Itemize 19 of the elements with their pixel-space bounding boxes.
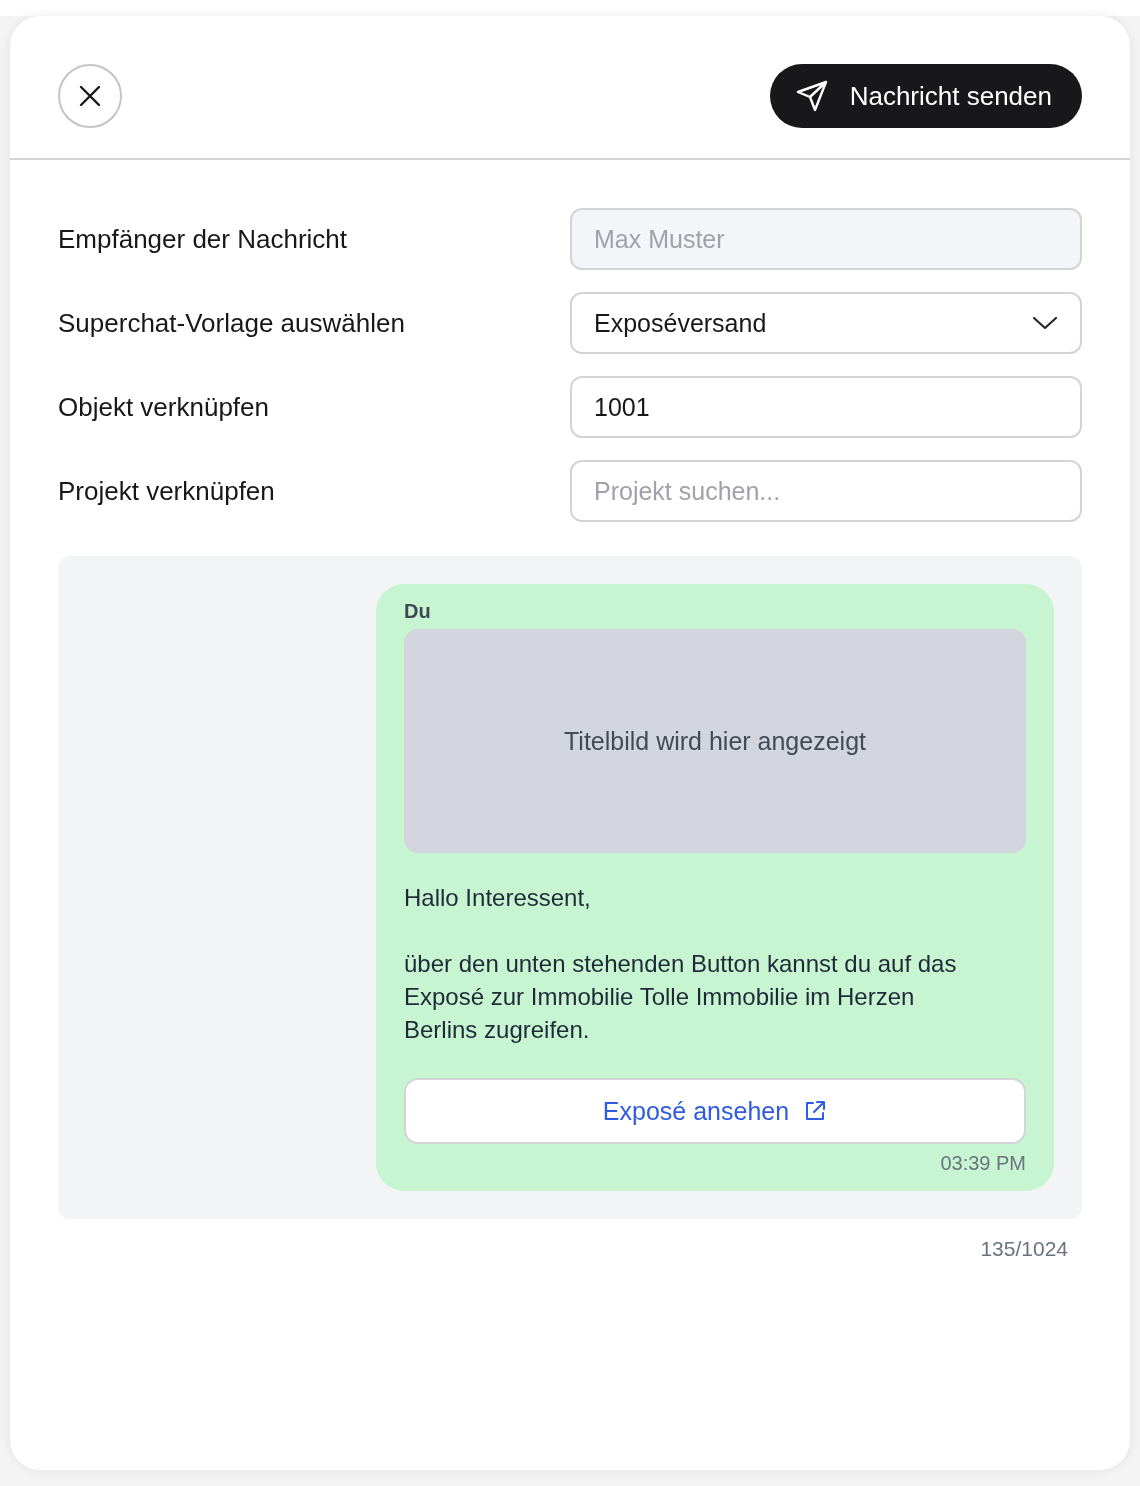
view-expose-button[interactable]: Exposé ansehen: [404, 1078, 1026, 1144]
chevron-down-icon: [1032, 315, 1058, 331]
paper-plane-icon: [795, 80, 828, 112]
character-counter: 135/1024: [980, 1237, 1068, 1261]
close-icon: [79, 85, 101, 107]
message-text: Hallo Interessent,: [404, 883, 592, 913]
field-label: Superchat-Vorlage auswählen: [58, 307, 405, 339]
field-label: Projekt verknüpfen: [58, 475, 275, 507]
message-text: über den unten stehenden Button kannst du auf das Exposé zur Immobilie Tolle Immobilie im Herzen Berlins zugreifen.: [404, 949, 958, 1045]
field-label: Objekt verknüpfen: [58, 391, 269, 423]
external-link-icon: [803, 1099, 828, 1123]
field-label: Empfänger der Nachricht: [58, 223, 348, 255]
message-time: 03:39 PM: [940, 1152, 1026, 1175]
image-caption: Titelbild wird hier angezeigt: [564, 726, 866, 756]
input-field[interactable]: 1001: [570, 376, 1082, 438]
template-dropdown[interactable]: Exposéversand: [570, 292, 1082, 354]
send-message-button[interactable]: Nachricht senden: [769, 64, 1082, 128]
sender-name: Du: [404, 600, 432, 623]
input-field[interactable]: Projekt suchen...: [570, 460, 1082, 522]
